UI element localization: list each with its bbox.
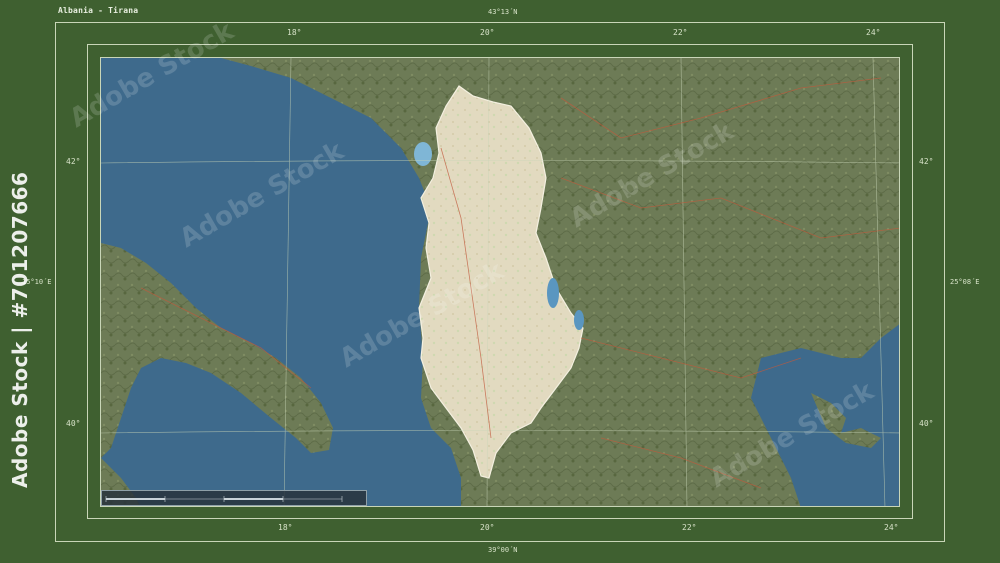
top-tick-20: 20° <box>480 28 495 37</box>
map-title: Albania - Tirana <box>58 6 139 15</box>
bottom-tick-22: 22° <box>682 523 697 532</box>
lake-prespa <box>574 310 584 330</box>
map-graphic <box>101 58 899 506</box>
lake-shkoder <box>414 142 432 166</box>
right-tick-42: 42° <box>919 157 934 166</box>
bottom-latitude-label: 39°00´N <box>488 546 518 554</box>
left-tick-42: 42° <box>66 157 81 166</box>
right-tick-40: 40° <box>919 419 934 428</box>
bottom-tick-24: 24° <box>884 523 899 532</box>
bottom-tick-18: 18° <box>278 523 293 532</box>
bottom-tick-20: 20° <box>480 523 495 532</box>
lake-ohrid <box>547 278 559 308</box>
scale-bar-graphic <box>105 496 343 502</box>
left-tick-40: 40° <box>66 419 81 428</box>
top-tick-24: 24° <box>866 28 881 37</box>
stock-id-watermark: Adobe Stock | #701207666 <box>8 171 32 489</box>
map-canvas[interactable] <box>100 57 900 507</box>
top-tick-22: 22° <box>673 28 688 37</box>
top-latitude-label: 43°13´N <box>488 8 518 16</box>
right-longitude-label: 25°08´E <box>950 278 980 286</box>
scale-bar <box>101 490 367 506</box>
top-tick-18: 18° <box>287 28 302 37</box>
